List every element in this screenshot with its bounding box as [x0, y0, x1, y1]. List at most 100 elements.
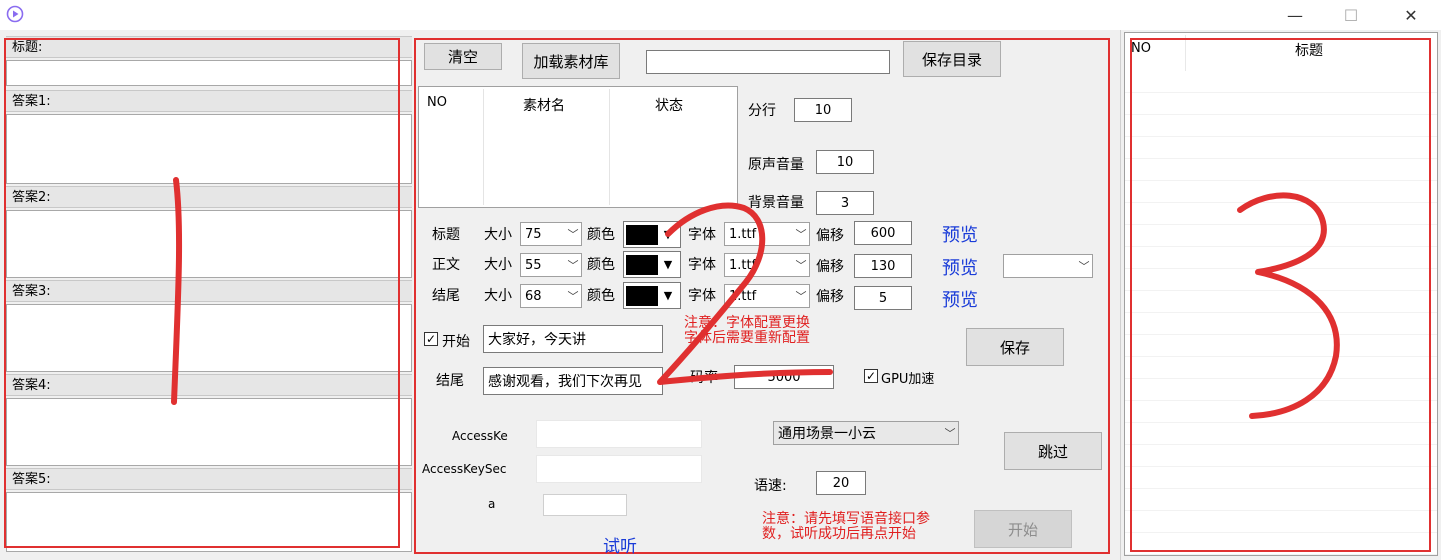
size-select[interactable]: 75 ﹀ [520, 222, 582, 246]
checkmark-icon: ✓ [425, 332, 437, 346]
speed-input[interactable]: 20 [816, 471, 866, 495]
load-library-button[interactable]: 加载素材库 [522, 43, 620, 79]
gpu-label: GPU加速 [881, 372, 935, 387]
clear-button[interactable]: 清空 [424, 43, 502, 70]
panel-divider [1120, 30, 1121, 560]
start-checkbox[interactable]: ✓ [424, 332, 438, 346]
chevron-down-icon: ﹀ [567, 259, 579, 272]
offset-input[interactable]: 130 [854, 254, 912, 278]
style-row-name: 正文 [432, 257, 460, 273]
end-label: 结尾 [436, 373, 464, 389]
voice-scene-select[interactable]: 通用场景一小云 ﹀ [773, 421, 959, 445]
font-value: 1.ttf [729, 257, 757, 273]
voice-config-note: 注意：请先填写语音接口参 数，试听成功后再点开始 [762, 511, 930, 542]
color-picker[interactable]: ▼ [623, 282, 681, 309]
font-select[interactable]: 1.ttf ﹀ [724, 222, 810, 246]
appkey-label: a [488, 497, 496, 511]
extra-select[interactable]: ﹀ [1003, 254, 1093, 278]
save-dir-button[interactable]: 保存目录 [903, 41, 1001, 77]
font-label: 字体 [688, 257, 716, 273]
color-swatch [626, 224, 658, 245]
voice-scene-value: 通用场景一小云 [778, 426, 876, 442]
chevron-down-icon: ▼ [663, 289, 673, 302]
app-logo-icon [6, 5, 24, 23]
offset-label: 偏移 [816, 228, 844, 244]
end-text-input[interactable]: 感谢观看，我们下次再见 [483, 367, 663, 395]
chevron-down-icon: ▼ [663, 228, 673, 241]
save-path-input[interactable] [646, 50, 890, 74]
font-select[interactable]: 1.ttf ﹀ [724, 253, 810, 277]
start-checkbox-label: 开始 [442, 334, 470, 350]
speed-label: 语速: [754, 478, 787, 494]
line-break-label: 分行 [748, 103, 776, 119]
chevron-down-icon: ﹀ [795, 290, 807, 303]
start-button[interactable]: 开始 [974, 510, 1072, 548]
bg-volume-label: 背景音量 [748, 195, 804, 211]
size-select[interactable]: 68 ﹀ [520, 284, 582, 308]
color-label: 颜色 [587, 227, 615, 243]
chevron-down-icon: ﹀ [567, 290, 579, 303]
access-key-secret-label: AccessKeySec [422, 462, 507, 476]
listen-link[interactable]: 试听 [603, 532, 637, 557]
material-list[interactable]: NO 素材名 状态 [418, 86, 738, 208]
chevron-down-icon: ﹀ [795, 259, 807, 272]
orig-volume-input[interactable]: 10 [816, 150, 874, 174]
chevron-down-icon: ▼ [663, 258, 673, 271]
chevron-down-icon: ﹀ [795, 228, 807, 241]
size-label: 大小 [484, 257, 512, 273]
access-key-label: AccessKe [452, 429, 508, 443]
material-header-name[interactable]: 素材名 [523, 95, 565, 115]
color-label: 颜色 [587, 288, 615, 304]
access-key-input[interactable] [536, 420, 702, 448]
material-header-no[interactable]: NO [427, 95, 447, 110]
preview-link[interactable]: 预览 [942, 254, 978, 280]
appkey-input[interactable] [543, 494, 627, 516]
preview-link[interactable]: 预览 [942, 221, 978, 247]
offset-label: 偏移 [816, 259, 844, 275]
font-value: 1.ttf [729, 226, 757, 242]
maximize-icon[interactable]: ☐ [1328, 0, 1374, 30]
preview-link[interactable]: 预览 [942, 286, 978, 312]
color-swatch [626, 285, 658, 306]
size-label: 大小 [484, 288, 512, 304]
size-value: 68 [525, 288, 542, 304]
color-label: 颜色 [587, 257, 615, 273]
skip-button[interactable]: 跳过 [1004, 432, 1102, 470]
minimize-icon[interactable]: — [1272, 0, 1318, 30]
style-row-name: 结尾 [432, 288, 460, 304]
size-value: 55 [525, 257, 542, 273]
font-label: 字体 [688, 288, 716, 304]
size-label: 大小 [484, 227, 512, 243]
close-icon[interactable]: ✕ [1388, 0, 1434, 30]
offset-input[interactable]: 5 [854, 286, 912, 310]
font-label: 字体 [688, 227, 716, 243]
annotation-box-left [4, 38, 400, 548]
checkmark-icon: ✓ [865, 369, 877, 383]
chevron-down-icon: ﹀ [567, 228, 579, 241]
orig-volume-label: 原声音量 [748, 157, 804, 173]
bg-volume-input[interactable]: 3 [816, 191, 874, 215]
font-config-note: 注意：字体配置更换 字体后需要重新配置 [684, 315, 810, 346]
access-key-secret-input[interactable] [536, 455, 702, 483]
chevron-down-icon: ﹀ [1078, 260, 1090, 273]
color-swatch [626, 254, 658, 275]
color-picker[interactable]: ▼ [623, 251, 681, 278]
start-text-input[interactable]: 大家好，今天讲 [483, 325, 663, 353]
offset-label: 偏移 [816, 289, 844, 305]
color-picker[interactable]: ▼ [623, 221, 681, 248]
save-button[interactable]: 保存 [966, 328, 1064, 366]
size-select[interactable]: 55 ﹀ [520, 253, 582, 277]
gpu-checkbox[interactable]: ✓ [864, 369, 878, 383]
style-row-name: 标题 [432, 227, 460, 243]
size-value: 75 [525, 226, 542, 242]
offset-input[interactable]: 600 [854, 221, 912, 245]
bitrate-label: 码率 [690, 370, 718, 386]
line-break-input[interactable]: 10 [794, 98, 852, 122]
font-value: 1.ttf [729, 288, 757, 304]
material-header-status[interactable]: 状态 [655, 95, 683, 115]
font-select[interactable]: 1.ttf ﹀ [724, 284, 810, 308]
bitrate-input[interactable]: 5000 [734, 365, 834, 389]
annotation-box-right [1130, 38, 1431, 552]
column-divider [483, 89, 484, 205]
chevron-down-icon: ﹀ [944, 427, 956, 440]
